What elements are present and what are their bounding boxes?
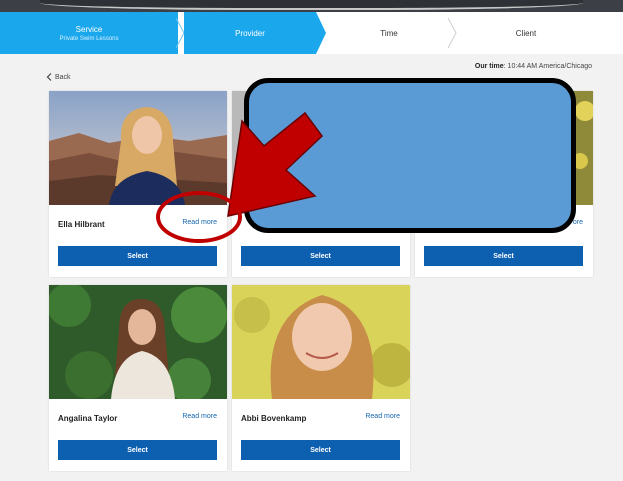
highlight-circle xyxy=(156,191,242,243)
annotation-arrow-icon xyxy=(227,111,323,217)
